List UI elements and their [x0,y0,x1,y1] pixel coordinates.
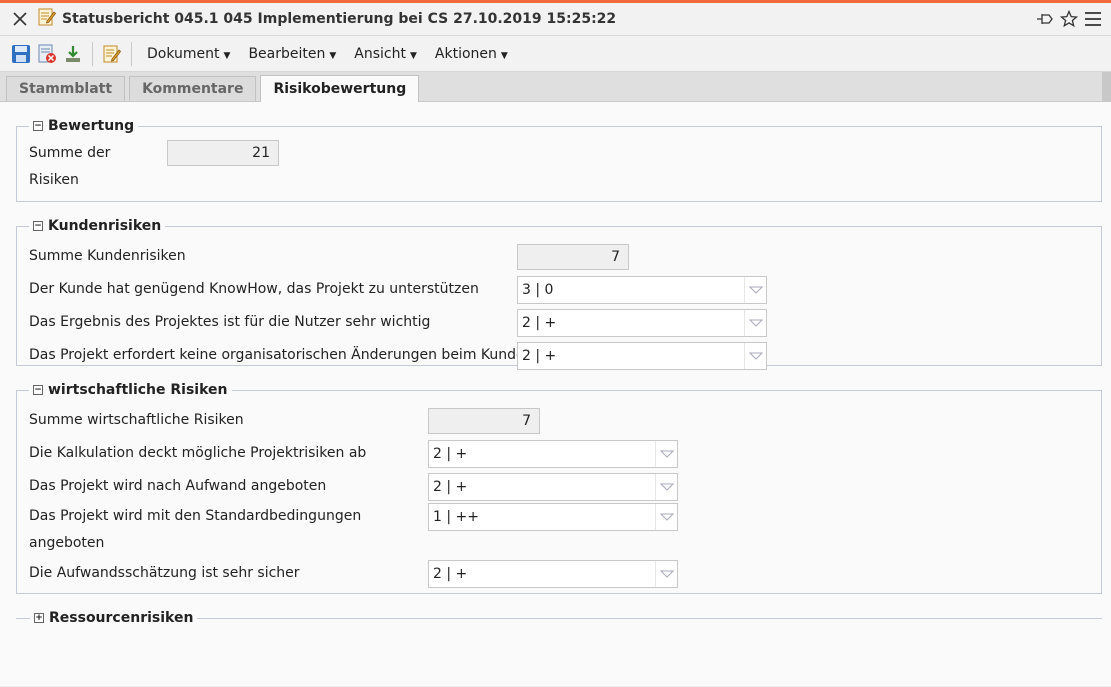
risk-rating-select[interactable]: 2 | + [517,308,767,337]
tab-stammblatt[interactable]: Stammblatt [6,76,126,101]
download-icon[interactable] [60,41,86,67]
risk-item-label: Der Kunde hat genügend KnowHow, das Proj… [29,281,479,297]
menu-label: Aktionen [434,45,497,62]
summe-risiken-field: 21 [167,140,279,166]
divider [197,617,1102,619]
menu-dokument[interactable]: Dokument ▼ [138,46,239,62]
section-wirtschaftliche-risiken: − wirtschaftliche Risiken Summe wirtscha… [16,382,1102,594]
tab-risikobewertung[interactable]: Risikobewertung [260,75,420,102]
select-value: 1 | ++ [433,509,479,525]
caret-down-icon: ▼ [409,50,417,61]
dropdown-arrow-icon[interactable] [655,440,677,467]
toolbar-separator [92,41,93,66]
risk-rating-select[interactable]: 3 | 0 [517,275,767,304]
toolbar: Dokument ▼ Bearbeiten ▼ Ansicht ▼ Aktionen ▼ [0,36,1111,72]
section-title: Bewertung [48,118,135,134]
caret-down-icon: ▼ [223,50,231,61]
risk-rating-select[interactable]: 2 | + [428,439,678,468]
dropdown-arrow-icon[interactable] [744,309,766,336]
pin-icon[interactable] [1035,9,1055,29]
title-bar: Statusbericht 045.1 045 Implementierung … [0,3,1111,36]
section-kundenrisiken: − Kundenrisiken Summe Kundenrisiken 7 De… [16,218,1102,370]
delete-document-icon[interactable] [34,41,60,67]
document-edit-icon [38,7,57,31]
save-icon[interactable] [8,41,34,67]
dropdown-arrow-icon[interactable] [655,560,677,587]
tab-bar: Stammblatt Kommentare Risikobewertung [0,72,1111,102]
sum-label: Summe wirtschaftliche Risiken [29,412,244,428]
scrollbar[interactable] [1102,72,1111,101]
divider [16,617,30,619]
risk-rating-select[interactable]: 2 | + [428,559,678,588]
collapse-toggle-icon[interactable]: − [33,121,43,131]
section-legend: − Kundenrisiken [29,218,165,234]
expand-toggle-icon[interactable]: + [34,613,44,623]
risk-item-label: Die Kalkulation deckt mögliche Projektri… [29,445,367,461]
toolbar-separator [131,41,132,66]
menu-label: Dokument [147,45,220,62]
sum-label: Summe Kundenrisiken [29,248,186,264]
risk-item-label: Das Projekt wird nach Aufwand angeboten [29,478,327,494]
caret-down-icon: ▼ [500,50,508,61]
close-icon[interactable] [10,9,30,29]
risk-item-label: Das Projekt wird mit den Standardbedingu… [29,508,362,524]
section-legend: − wirtschaftliche Risiken [29,382,232,398]
dropdown-arrow-icon[interactable] [744,342,766,369]
collapse-toggle-icon[interactable]: − [33,221,43,231]
collapse-toggle-icon[interactable]: − [33,385,43,395]
hamburger-menu-icon[interactable] [1083,9,1103,29]
risk-item-label-cont: angeboten [29,535,105,551]
risk-rating-select[interactable]: 2 | + [428,472,678,501]
section-legend: − Bewertung [29,118,138,134]
risk-form: − Bewertung Summe der Risiken 21 − Kunde… [0,102,1111,686]
risk-item-label: Die Aufwandsschätzung ist sehr sicher [29,565,300,581]
menu-label: Bearbeiten [248,45,326,62]
select-value: 3 | 0 [522,281,554,298]
caret-down-icon: ▼ [329,50,337,61]
section-bewertung: − Bewertung Summe der Risiken 21 [16,118,1102,202]
select-value: 2 | + [433,478,468,495]
sum-label: Summe der [29,145,111,161]
star-icon[interactable] [1059,9,1079,29]
risk-item-label: Das Projekt erfordert keine organisatori… [29,347,534,363]
menu-aktionen[interactable]: Aktionen ▼ [426,46,517,62]
sum-label-cont: Risiken [29,172,79,188]
section-ressourcenrisiken: + Ressourcenrisiken [16,610,1102,626]
dropdown-arrow-icon[interactable] [655,504,677,530]
dropdown-arrow-icon[interactable] [655,473,677,500]
summe-kundenrisiken-field: 7 [517,243,629,270]
tab-kommentare[interactable]: Kommentare [129,76,257,101]
window-title: Statusbericht 045.1 045 Implementierung … [62,11,617,27]
summe-wirtschaftliche-risiken-field: 7 [428,407,540,434]
section-legend: + Ressourcenrisiken [30,610,197,626]
select-value: 2 | + [433,445,468,462]
menu-bearbeiten[interactable]: Bearbeiten ▼ [239,46,345,62]
section-title: Kundenrisiken [48,218,162,234]
section-title: Ressourcenrisiken [49,610,194,626]
risk-rating-select[interactable]: 1 | ++ [428,503,678,531]
risk-rating-select[interactable]: 2 | + [517,341,767,370]
select-value: 2 | + [522,347,557,364]
section-title: wirtschaftliche Risiken [48,382,228,398]
edit-document-icon[interactable] [99,41,125,67]
menu-label: Ansicht [354,45,406,62]
menu-ansicht[interactable]: Ansicht ▼ [345,46,426,62]
select-value: 2 | + [522,314,557,331]
dropdown-arrow-icon[interactable] [744,276,766,303]
select-value: 2 | + [433,565,468,582]
risk-item-label: Das Ergebnis des Projektes ist für die N… [29,314,431,330]
